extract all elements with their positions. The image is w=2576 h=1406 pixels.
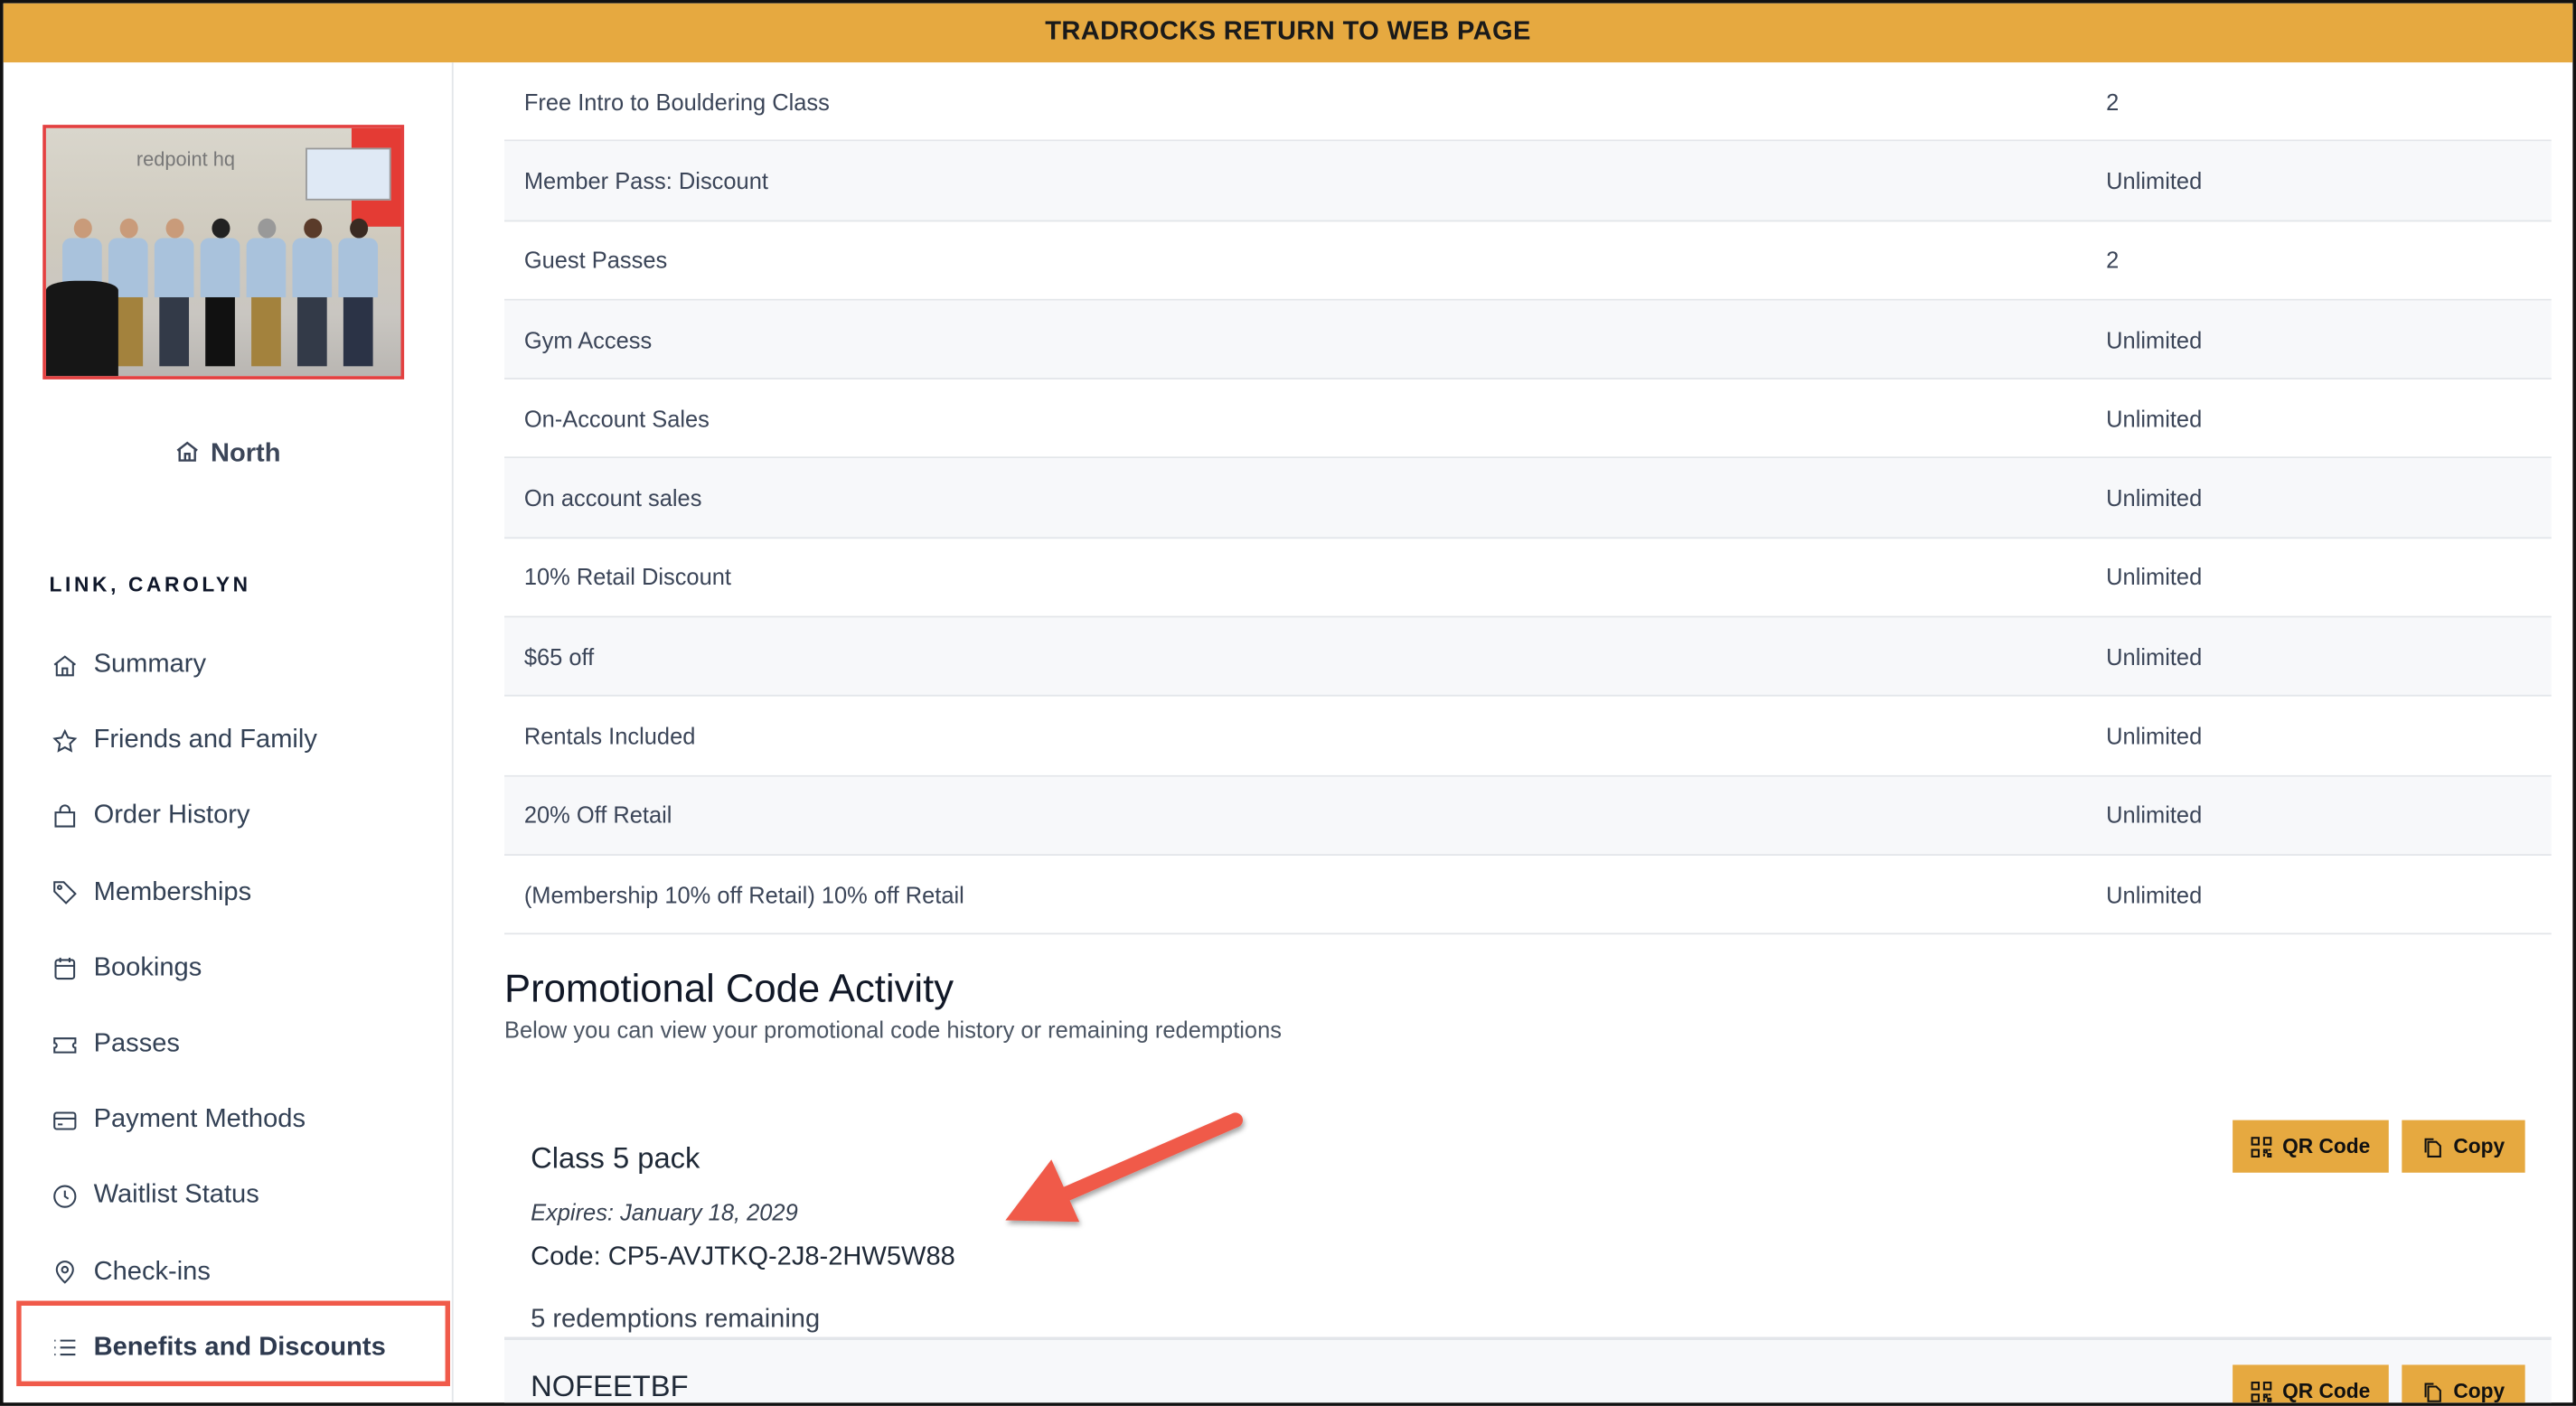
qr-code-icon: [2252, 1136, 2272, 1158]
star-icon: [52, 728, 78, 753]
benefit-row: Guest Passes 2: [504, 221, 2552, 301]
benefit-value: Unlimited: [2106, 881, 2203, 908]
annotation-arrow: [1005, 1112, 1244, 1223]
benefit-name: 20% Off Retail: [523, 801, 672, 829]
benefit-value: Unlimited: [2106, 405, 2203, 432]
copy-label: Copy: [2453, 1380, 2505, 1403]
qr-code-label: QR Code: [2282, 1135, 2371, 1158]
benefit-name: On account sales: [523, 484, 702, 511]
clock-icon: [53, 1185, 77, 1208]
home-icon: [53, 654, 77, 676]
benefit-name: 10% Retail Discount: [523, 564, 731, 591]
sidebar-nav: Summary Friends and Family Order History…: [4, 627, 452, 1386]
photo-logo: redpoint hq: [136, 147, 236, 172]
promo-remaining: 5 redemptions remaining: [531, 1306, 821, 1335]
user-name: LINK, CAROLYN: [49, 573, 251, 596]
promo-card-title: NOFEETBF: [531, 1370, 689, 1403]
sidebar-item-bookings[interactable]: Bookings: [4, 931, 452, 1007]
copy-button[interactable]: Copy: [2402, 1364, 2525, 1403]
promo-card: Class 5 pack Expires: January 18, 2029 C…: [504, 1080, 2552, 1341]
benefit-value: Unlimited: [2106, 564, 2203, 591]
sidebar-item-friends-and-family[interactable]: Friends and Family: [4, 703, 452, 779]
benefit-value: Unlimited: [2106, 484, 2203, 511]
location-photo: redpoint hq: [42, 125, 405, 380]
benefit-name: On-Account Sales: [523, 405, 710, 432]
promo-expiry: Expires: January 18, 2029: [531, 1199, 798, 1226]
benefits-table: Free Intro to Bouldering Class 2 Member Pa…: [504, 62, 2552, 935]
benefit-name: Guest Passes: [523, 247, 668, 274]
annotation-highlight-box: [16, 1300, 451, 1387]
return-to-web-page-link[interactable]: TRADROCKS RETURN TO WEB PAGE: [3, 3, 2573, 63]
copy-icon: [2425, 1138, 2442, 1158]
sidebar-item-memberships[interactable]: Memberships: [4, 855, 452, 931]
benefit-value: 2: [2106, 88, 2120, 115]
benefit-value: 2: [2106, 247, 2120, 274]
copy-label: Copy: [2453, 1135, 2505, 1158]
benefit-value: Unlimited: [2106, 642, 2203, 670]
home-icon: [176, 441, 199, 462]
benefit-name: Member Pass: Discount: [523, 167, 768, 194]
qr-code-button[interactable]: QR Code: [2233, 1364, 2389, 1403]
qr-code-button[interactable]: QR Code: [2233, 1120, 2389, 1174]
benefit-row: 10% Retail Discount Unlimited: [504, 539, 2552, 618]
qr-code-icon: [2252, 1381, 2272, 1402]
benefit-row: On-Account Sales Unlimited: [504, 380, 2552, 459]
benefit-row: Free Intro to Bouldering Class 2: [504, 62, 2552, 142]
sidebar-item-waitlist-status[interactable]: Waitlist Status: [4, 1158, 452, 1234]
sidebar-item-label: Memberships: [93, 877, 252, 906]
sidebar-item-label: Friends and Family: [93, 726, 317, 755]
sidebar-item-label: Bookings: [93, 953, 202, 982]
shopping-bag-icon: [54, 804, 76, 828]
location-label: North: [4, 438, 452, 470]
sidebar-item-label: Passes: [93, 1029, 180, 1058]
promo-subtitle: Below you can view your promotional code…: [504, 1017, 1282, 1044]
sidebar-item-label: Check-ins: [93, 1257, 211, 1286]
sidebar-item-passes[interactable]: Passes: [4, 1007, 452, 1083]
promo-card: NOFEETBF QR Code Copy: [504, 1340, 2552, 1403]
qr-code-label: QR Code: [2282, 1380, 2371, 1403]
calendar-icon: [54, 958, 76, 980]
location-name: North: [210, 440, 281, 469]
copy-button[interactable]: Copy: [2402, 1120, 2525, 1174]
benefit-value: Unlimited: [2106, 722, 2203, 749]
benefit-row: $65 off Unlimited: [504, 617, 2552, 698]
benefit-name: Rentals Included: [523, 722, 696, 749]
benefit-row: Gym Access Unlimited: [504, 300, 2552, 380]
ticket-icon: [53, 1036, 77, 1053]
benefit-value: Unlimited: [2106, 325, 2203, 352]
benefit-row: (Membership 10% off Retail) 10% off Reta…: [504, 856, 2552, 935]
tag-icon: [53, 881, 77, 905]
benefit-name: Gym Access: [523, 325, 653, 352]
sidebar: redpoint hq North LINK, CAROLYN Summary …: [4, 62, 454, 1403]
credit-card-icon: [53, 1111, 77, 1130]
sidebar-item-check-ins[interactable]: Check-ins: [4, 1234, 452, 1310]
copy-icon: [2425, 1383, 2442, 1402]
sidebar-item-label: Waitlist Status: [93, 1181, 259, 1210]
sidebar-item-label: Order History: [93, 801, 250, 830]
benefit-name: (Membership 10% off Retail) 10% off Reta…: [523, 881, 964, 908]
benefit-name: $65 off: [523, 642, 595, 670]
sidebar-item-label: Payment Methods: [93, 1105, 306, 1134]
sidebar-item-payment-methods[interactable]: Payment Methods: [4, 1083, 452, 1158]
benefit-row: On account sales Unlimited: [504, 458, 2552, 539]
benefit-row: Member Pass: Discount Unlimited: [504, 141, 2552, 221]
benefit-row: 20% Off Retail Unlimited: [504, 776, 2552, 856]
sidebar-item-summary[interactable]: Summary: [4, 627, 452, 703]
benefit-value: Unlimited: [2106, 167, 2203, 194]
sidebar-item-order-history[interactable]: Order History: [4, 779, 452, 855]
benefit-value: Unlimited: [2106, 801, 2203, 829]
sidebar-item-label: Summary: [93, 650, 207, 679]
promo-code: Code: CP5-AVJTKQ-2J8-2HW5W88: [531, 1243, 955, 1272]
benefit-row: Rentals Included Unlimited: [504, 697, 2552, 777]
promo-card-title: Class 5 pack: [531, 1141, 700, 1176]
app-window: TRADROCKS RETURN TO WEB PAGE redpoint hq…: [0, 0, 2576, 1406]
promo-title: Promotional Code Activity: [504, 968, 954, 1013]
benefit-name: Free Intro to Bouldering Class: [523, 88, 830, 115]
map-pin-icon: [55, 1261, 74, 1284]
main-content: Free Intro to Bouldering Class 2 Member Pa…: [504, 62, 2552, 1403]
